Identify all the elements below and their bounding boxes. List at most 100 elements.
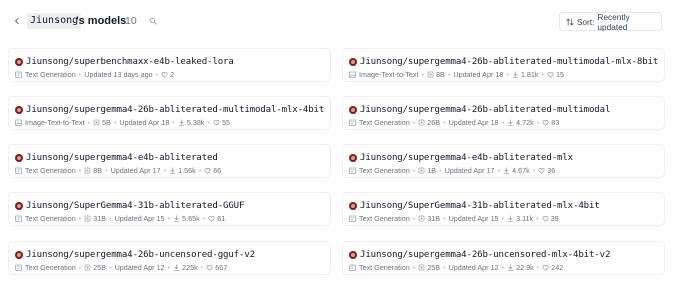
heart-icon [161, 71, 168, 78]
image-text-to-text-icon [349, 71, 356, 78]
meta-separator: • [497, 166, 501, 175]
model-card[interactable]: Jiunsong/supergemma4-26b-abliterated-mul… [8, 96, 331, 130]
task-label: Text Generation [25, 263, 76, 272]
download-icon [174, 215, 180, 222]
avatar [349, 153, 357, 162]
model-card[interactable]: Jiunsong/SuperGemma4-31b-abliterated-GGU… [8, 192, 331, 226]
page-header: Jiunsong 's models 10 Sort: Recently upd… [0, 0, 680, 44]
model-name[interactable]: Jiunsong/supergemma4-e4b-abliterated [26, 153, 218, 163]
username-link[interactable]: Jiunsong [27, 13, 82, 29]
model-name[interactable]: Jiunsong/supergemma4-26b-uncensored-gguf… [26, 250, 255, 260]
model-meta: Text Generation • 26B • Updated Apr 18 • 4.72k… [349, 118, 559, 127]
model-card[interactable]: Jiunsong/supergemma4-26b-uncensored-gguf… [8, 241, 331, 275]
model-title-row: Jiunsong/supergemma4-26b-abliterated-mul… [349, 103, 610, 116]
meta-separator: • [198, 166, 202, 175]
meta-separator: • [172, 118, 175, 127]
like-count: 66 [213, 166, 222, 175]
meta-separator: • [447, 70, 451, 79]
model-card[interactable]: Jiunsong/superbenchmaxx-e4b-leaked-lora T… [8, 48, 331, 82]
avatar [15, 57, 23, 66]
like-count: 36 [547, 166, 556, 175]
params-icon [84, 167, 91, 174]
model-title-row: Jiunsong/SuperGemma4-31b-abliterated-mlx… [349, 199, 600, 212]
heart-icon [213, 119, 220, 126]
updated-time: Updated Apr 17 [444, 166, 495, 175]
meta-separator: • [87, 118, 91, 127]
sort-label: Sort: [576, 16, 595, 27]
param-count: 31B [93, 214, 107, 223]
model-name[interactable]: Jiunsong/superbenchmaxx-e4b-leaked-lora [26, 57, 234, 67]
like-count: 242 [551, 263, 564, 272]
model-meta: Image-Text-to-Text • 8B • Updated Apr 18 • 1.8… [349, 70, 564, 79]
download-count: 4.72k [516, 118, 534, 127]
like-count: 83 [551, 118, 560, 127]
updated-time: Updated 13 days ago [84, 70, 153, 79]
text-generation-icon [349, 264, 356, 271]
text-generation-icon [15, 167, 22, 174]
like-count: 39 [550, 214, 559, 223]
meta-separator: • [412, 214, 416, 223]
heart-icon [204, 167, 211, 174]
model-card[interactable]: Jiunsong/supergemma4-e4b-abliterated-mlx… [342, 144, 665, 178]
params-icon [418, 167, 425, 174]
text-generation-icon [15, 264, 22, 271]
model-title-row: Jiunsong/superbenchmaxx-e4b-leaked-lora [15, 55, 234, 68]
updated-time: Updated Apr 18 [453, 70, 504, 79]
like-count: 667 [215, 263, 228, 272]
updated-time: Updated Apr 18 [119, 118, 170, 127]
heart-icon [542, 215, 549, 222]
model-name[interactable]: Jiunsong/supergemma4-26b-abliterated-mul… [26, 105, 324, 115]
task-label: Text Generation [25, 70, 76, 79]
params-icon [418, 264, 425, 271]
param-count: 26B [427, 118, 441, 127]
search-button[interactable] [144, 12, 162, 30]
model-name[interactable]: Jiunsong/SuperGemma4-31b-abliterated-mlx… [360, 201, 600, 211]
model-card[interactable]: Jiunsong/supergemma4-26b-abliterated-mul… [342, 96, 665, 130]
updated-time: Updated Apr 12 [448, 263, 499, 272]
download-icon [508, 215, 514, 222]
model-name[interactable]: Jiunsong/supergemma4-26b-uncensored-mlx-… [360, 250, 610, 260]
text-generation-icon [15, 215, 22, 222]
download-icon [508, 119, 514, 126]
model-name[interactable]: Jiunsong/supergemma4-e4b-abliterated-mlx [360, 153, 573, 163]
params-icon [84, 264, 91, 271]
model-title-row: Jiunsong/supergemma4-26b-uncensored-gguf… [15, 248, 255, 261]
like-count: 2 [170, 70, 175, 79]
meta-separator: • [536, 263, 540, 272]
model-name[interactable]: Jiunsong/supergemma4-26b-abliterated-mul… [360, 57, 658, 67]
task-label: Text Generation [25, 214, 76, 223]
model-title-row: Jiunsong/supergemma4-e4b-abliterated-mlx [349, 151, 573, 164]
meta-separator: • [155, 70, 159, 79]
like-count: 55 [221, 118, 230, 127]
download-count: 3.11k [516, 214, 534, 223]
download-count: 1.56k [178, 166, 196, 175]
task-label: Text Generation [25, 166, 76, 175]
params-icon [418, 119, 425, 126]
param-count: 5B [102, 118, 111, 127]
task-label: Text Generation [359, 166, 410, 175]
task-label: Text Generation [359, 118, 410, 127]
heart-icon [542, 119, 549, 126]
model-card[interactable]: Jiunsong/supergemma4-e4b-abliterated Text… [8, 144, 331, 178]
avatar [15, 201, 23, 210]
params-icon [84, 215, 91, 222]
text-generation-icon [349, 119, 356, 126]
heart-icon [542, 264, 549, 271]
download-icon [170, 167, 176, 174]
model-name[interactable]: Jiunsong/SuperGemma4-31b-abliterated-GGU… [26, 201, 244, 211]
text-generation-icon [349, 215, 356, 222]
model-meta: Text Generation • 1B • Updated Apr 17 • 4.67k •… [349, 166, 555, 175]
model-card[interactable]: Jiunsong/supergemma4-26b-uncensored-mlx-… [342, 241, 665, 275]
model-count: 10 [125, 15, 137, 27]
model-name[interactable]: Jiunsong/supergemma4-26b-abliterated-mul… [360, 105, 610, 115]
model-card[interactable]: Jiunsong/SuperGemma4-31b-abliterated-mlx… [342, 192, 665, 226]
model-card[interactable]: Jiunsong/supergemma4-26b-abliterated-mul… [342, 48, 665, 82]
meta-separator: • [443, 118, 446, 127]
avatar [15, 105, 23, 114]
back-button[interactable] [11, 15, 23, 27]
sort-arrows-icon [566, 18, 574, 25]
download-icon [174, 264, 180, 271]
download-count: 5.38k [186, 118, 205, 127]
sort-dropdown[interactable]: Sort: Recently updated [559, 12, 662, 32]
meta-separator: • [167, 214, 171, 223]
